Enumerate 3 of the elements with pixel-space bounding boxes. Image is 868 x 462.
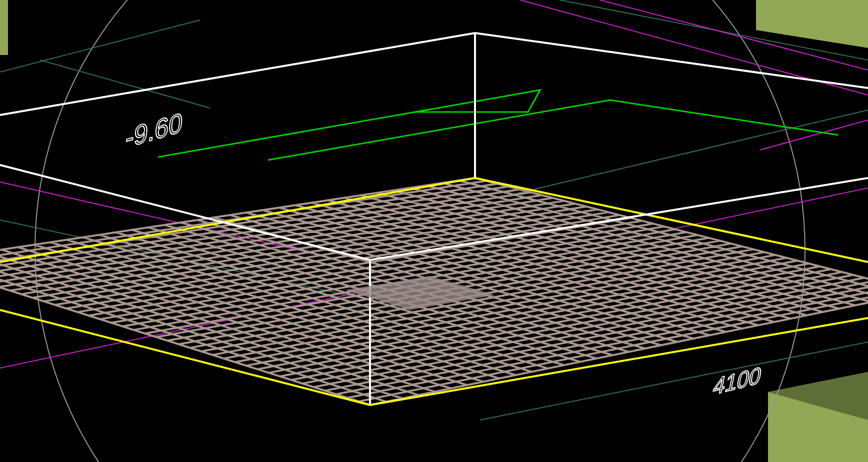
olive-block xyxy=(0,0,8,55)
dimension-label: -9.60 xyxy=(124,107,184,154)
dimension-label: 4100 xyxy=(711,362,764,400)
